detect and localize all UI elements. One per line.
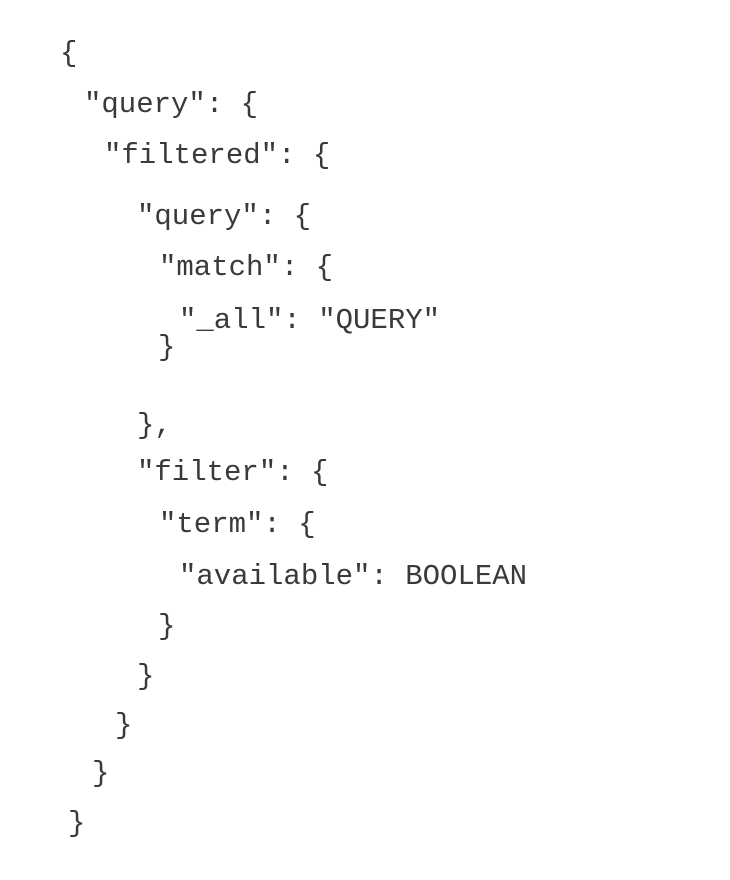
code-line-4: "query": {: [137, 200, 312, 233]
code-line-10: "term": {: [159, 508, 316, 541]
code-line-1: {: [60, 37, 78, 70]
code-line-8: },: [137, 409, 172, 442]
code-line-2: "query": {: [84, 88, 259, 121]
code-line-6: "_all": "QUERY": [179, 304, 441, 337]
code-line-15: }: [92, 757, 110, 790]
code-line-5: "match": {: [159, 251, 334, 284]
code-line-16: }: [68, 807, 86, 840]
code-line-11: "available": BOOLEAN: [179, 560, 528, 593]
code-line-14: }: [115, 709, 133, 742]
code-line-7: }: [158, 331, 176, 364]
code-line-13: }: [137, 660, 155, 693]
json-code-block: { "query": { "filtered": { "query": { "m…: [0, 0, 730, 880]
code-line-12: }: [158, 610, 176, 643]
code-line-9: "filter": {: [137, 456, 329, 489]
code-line-3: "filtered": {: [104, 139, 331, 172]
